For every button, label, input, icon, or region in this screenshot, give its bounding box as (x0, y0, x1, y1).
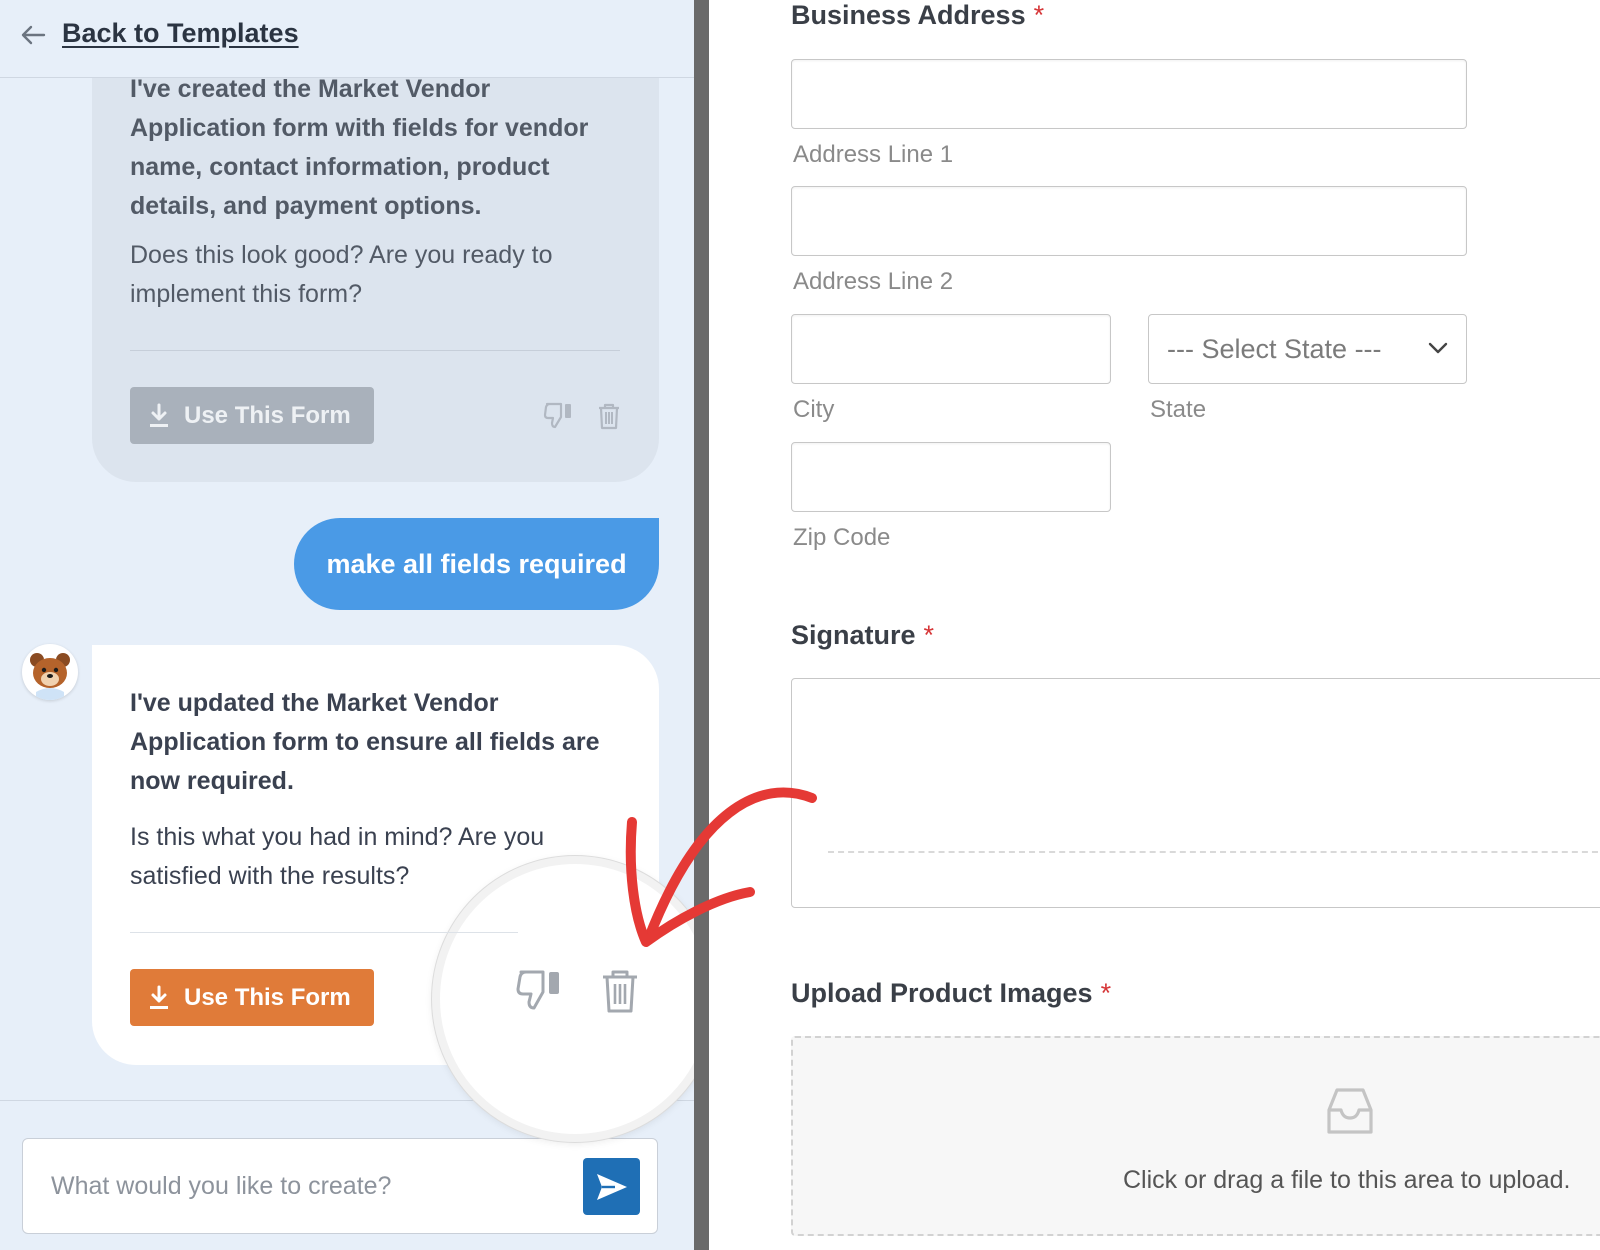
download-icon (150, 985, 168, 1009)
bear-mascot-avatar (22, 644, 78, 700)
previous-message-bold-text: I've created the Market Vendor Applicati… (130, 75, 589, 220)
required-asterisk: * (1033, 0, 1045, 30)
zip-code-input[interactable] (791, 442, 1111, 512)
business-address-label: Business Address * (791, 0, 1044, 31)
red-arrow-annotation (625, 787, 817, 947)
panel-divider[interactable] (694, 0, 709, 1250)
use-this-form-label: Use This Form (184, 401, 351, 429)
send-icon (596, 1173, 627, 1200)
signature-label-text: Signature (791, 620, 916, 650)
magnified-divider (438, 932, 518, 933)
use-this-form-label: Use This Form (184, 983, 351, 1011)
upload-label-text: Upload Product Images (791, 978, 1093, 1008)
signature-pad[interactable] (791, 678, 1600, 908)
send-button[interactable] (583, 1158, 640, 1215)
required-asterisk: * (1100, 978, 1112, 1008)
thumbs-down-icon[interactable] (543, 400, 575, 430)
arrow-left-icon[interactable] (20, 22, 46, 48)
chevron-down-icon (1428, 342, 1448, 354)
city-sublabel: City (793, 396, 835, 423)
business-address-label-text: Business Address (791, 0, 1026, 30)
upload-hint: Click or drag a file to this area to upl… (1123, 1166, 1571, 1194)
signature-label: Signature * (791, 620, 934, 651)
back-to-templates-link[interactable]: Back to Templates (62, 18, 299, 49)
download-icon (150, 403, 168, 427)
trash-icon[interactable] (600, 968, 640, 1014)
latest-message-bold-text: I've updated the Market Vendor Applicati… (130, 689, 600, 795)
use-this-form-button-disabled[interactable]: Use This Form (130, 387, 374, 444)
thumbs-down-icon[interactable] (515, 966, 565, 1012)
state-select-value: --- Select State --- (1167, 333, 1382, 364)
signature-line (828, 851, 1600, 853)
city-input[interactable] (791, 314, 1111, 384)
inbox-icon (1327, 1088, 1373, 1134)
previous-message-text: Does this look good? Are you ready to im… (130, 241, 553, 308)
previous-message-divider (130, 350, 620, 351)
address-line-1-sublabel: Address Line 1 (793, 141, 954, 168)
state-sublabel: State (1150, 396, 1207, 423)
required-asterisk: * (923, 620, 935, 650)
zip-code-sublabel: Zip Code (793, 524, 891, 551)
chat-header: Back to Templates (0, 0, 694, 78)
file-upload-dropzone[interactable]: Click or drag a file to this area to upl… (791, 1036, 1600, 1236)
address-line-2-sublabel: Address Line 2 (793, 268, 954, 295)
chat-prompt-input[interactable] (22, 1138, 658, 1234)
bear-mascot-icon (30, 653, 70, 700)
trash-icon[interactable] (597, 402, 621, 430)
use-this-form-button[interactable]: Use This Form (130, 969, 374, 1026)
user-message: make all fields required (294, 518, 659, 610)
address-line-2-input[interactable] (791, 186, 1467, 256)
chat-panel: I've created the Market Vendor Applicati… (0, 0, 694, 1250)
address-line-1-input[interactable] (791, 59, 1467, 129)
state-select[interactable]: --- Select State --- (1148, 314, 1467, 384)
upload-product-images-label: Upload Product Images * (791, 978, 1111, 1009)
